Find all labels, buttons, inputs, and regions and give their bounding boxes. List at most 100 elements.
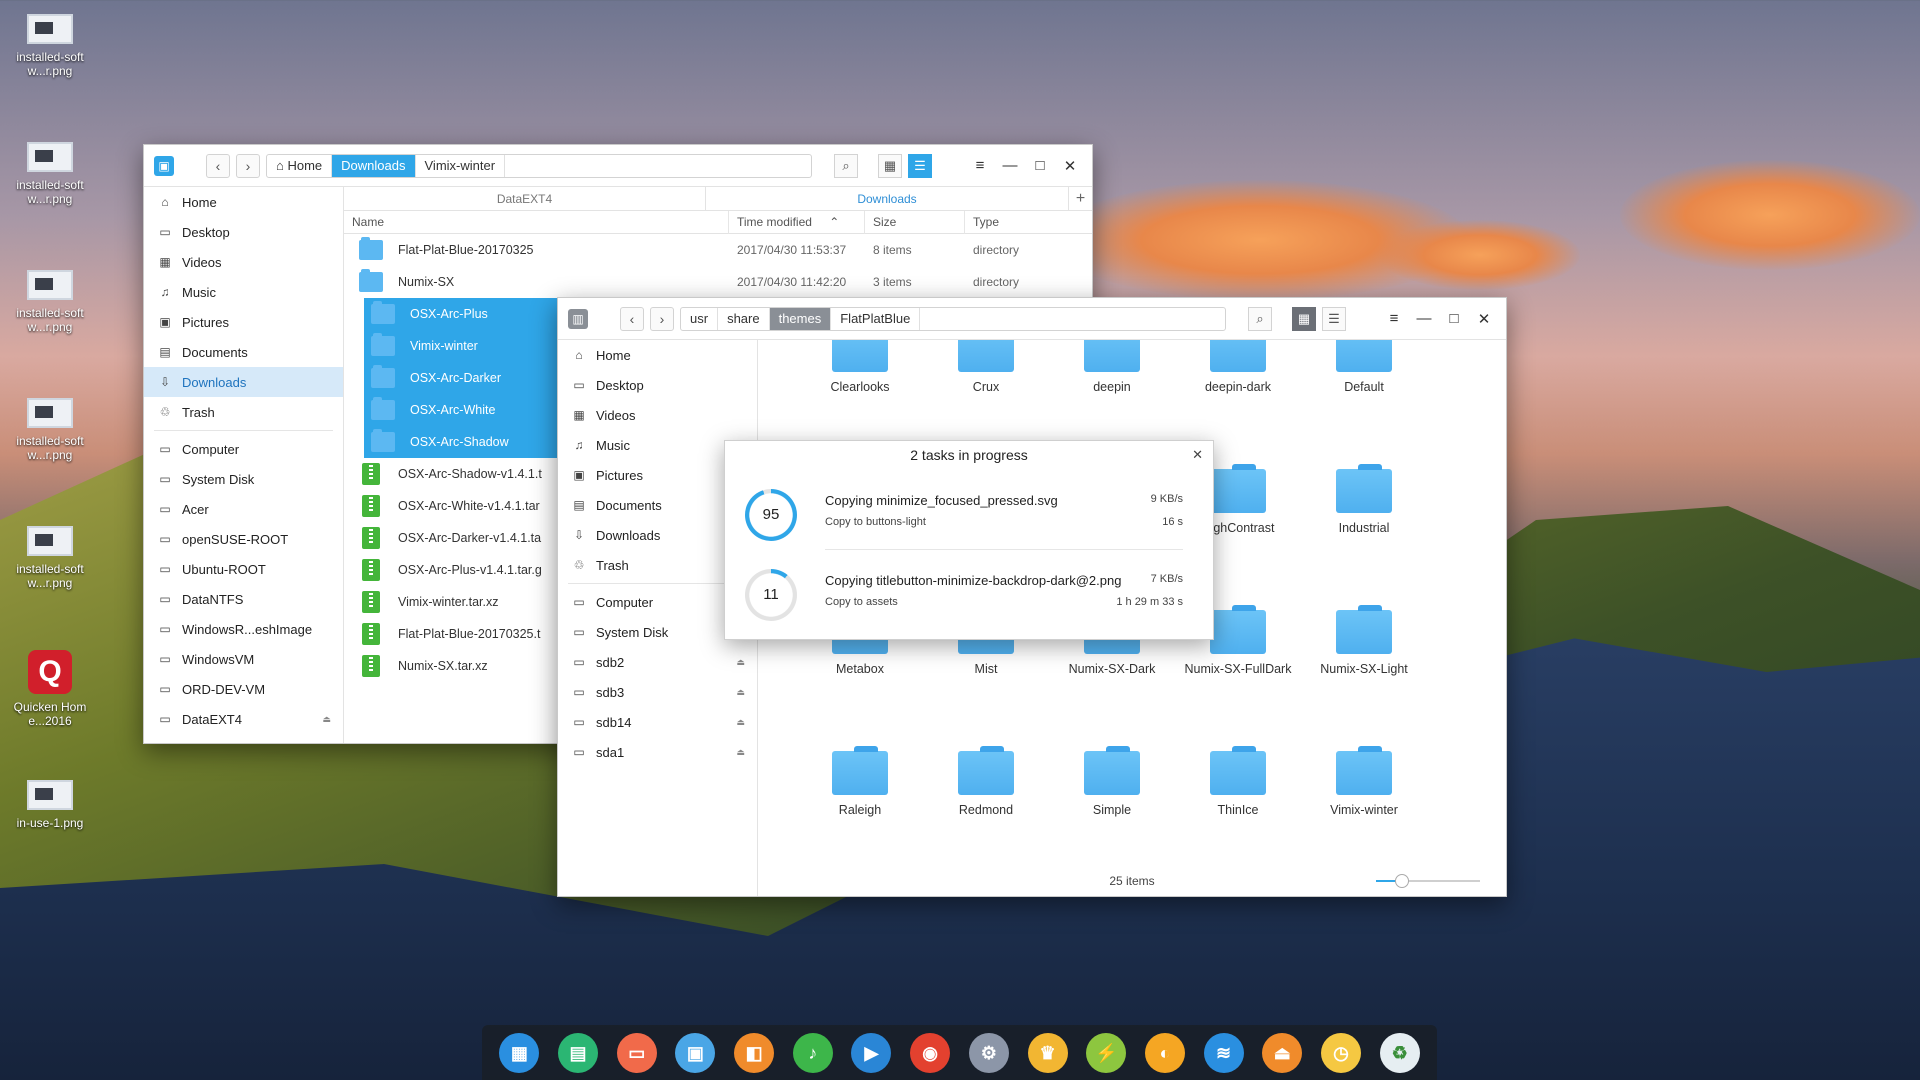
sidebar-item-videos[interactable]: ▦ Videos (558, 400, 757, 430)
forward-button[interactable]: › (650, 306, 674, 331)
sidebar-item-music[interactable]: ♫ Music (144, 277, 343, 307)
sidebar-item-sda1[interactable]: ▭ sda1 ⏏ (558, 737, 757, 767)
sidebar-item-acer[interactable]: ▭ Acer (144, 494, 343, 524)
table-row[interactable]: OSX-Arc-Darker (364, 362, 574, 394)
list-view-button[interactable]: ☰ (1322, 306, 1346, 331)
menu-button[interactable]: ≡ (968, 154, 992, 178)
minimize-button[interactable]: — (998, 154, 1022, 178)
chrome-icon[interactable]: ◉ (910, 1033, 951, 1073)
folder-item[interactable]: Industrial (1309, 464, 1419, 535)
desktop-icon[interactable]: in-use-1.png (8, 780, 92, 830)
sidebar-item-system-disk[interactable]: ▭ System Disk (144, 464, 343, 494)
path-bar-empty[interactable] (505, 155, 811, 177)
sidebar-item-ubuntu-root[interactable]: ▭ Ubuntu-ROOT (144, 554, 343, 584)
table-row[interactable]: Vimix-winter (364, 330, 574, 362)
breadcrumb-themes[interactable]: themes (769, 307, 832, 330)
sidebar-item-ord-dev-vm[interactable]: ▭ ORD-DEV-VM (144, 674, 343, 704)
folder-item[interactable]: deepin (1057, 340, 1167, 394)
maximize-button[interactable]: □ (1028, 154, 1052, 178)
path-bar-empty[interactable] (920, 308, 1225, 330)
folder-item[interactable]: Redmond (931, 746, 1041, 817)
spreadsheet-icon[interactable]: ▤ (558, 1033, 599, 1073)
file-manager-icon[interactable]: ▣ (675, 1033, 716, 1073)
close-button[interactable]: ✕ (1472, 307, 1496, 331)
desktop-icon[interactable]: installed-softw...r.png (8, 142, 92, 206)
tab-dataext4[interactable]: DataEXT4 (344, 187, 706, 210)
table-row[interactable]: OSX-Arc-Plus (364, 298, 574, 330)
column-type[interactable]: Type (965, 211, 1085, 234)
music-icon[interactable]: ♪ (792, 1033, 833, 1073)
folder-item[interactable]: Clearlooks (805, 340, 915, 394)
sidebar-item-downloads[interactable]: ⇩ Downloads (144, 367, 343, 397)
folder-item[interactable]: ThinIce (1183, 746, 1293, 817)
table-row[interactable]: Numix-SX 2017/04/30 11:42:20 3 items direct… (344, 266, 1092, 298)
table-row[interactable]: OSX-Arc-Shadow (364, 426, 574, 458)
store-icon[interactable]: ◧ (734, 1033, 775, 1073)
maximize-button[interactable]: □ (1442, 307, 1466, 331)
sidebar-item-sdb3[interactable]: ▭ sdb3 ⏏ (558, 677, 757, 707)
folder-item[interactable]: Numix-SX-Light (1309, 605, 1419, 676)
close-button[interactable]: ✕ (1058, 154, 1082, 178)
minimize-button[interactable]: — (1412, 307, 1436, 331)
folder-item[interactable]: deepin-dark (1183, 340, 1293, 394)
eject-icon[interactable]: ⏏ (1262, 1033, 1303, 1073)
eject-icon[interactable]: ⏏ (736, 657, 745, 668)
clock-icon[interactable]: ◷ (1320, 1033, 1361, 1073)
folder-item[interactable]: Raleigh (805, 746, 915, 817)
icon-view-button[interactable]: ▦ (878, 153, 902, 178)
breadcrumb-flatplatblue[interactable]: FlatPlatBlue (831, 307, 921, 330)
menu-button[interactable]: ≡ (1382, 307, 1406, 331)
presentation-icon[interactable]: ▭ (616, 1033, 657, 1073)
search-button[interactable]: ⌕ (1248, 306, 1272, 331)
breadcrumb-home[interactable]: ⌂ Home (267, 154, 333, 177)
folder-item[interactable]: Simple (1057, 746, 1167, 817)
sidebar-item-videos[interactable]: ▦ Videos (144, 247, 343, 277)
sidebar-item-home[interactable]: ⌂ Home (558, 340, 757, 370)
zoom-slider-handle[interactable] (1395, 874, 1409, 888)
table-row[interactable]: OSX-Arc-White (364, 394, 574, 426)
back-button[interactable]: ‹ (206, 153, 230, 178)
sidebar-item-datantfs[interactable]: ▭ DataNTFS (144, 584, 343, 614)
list-view-button[interactable]: ☰ (908, 153, 932, 178)
dialog-close-button[interactable]: ✕ (1192, 447, 1203, 463)
browser-icon[interactable]: ◐ (1144, 1033, 1185, 1073)
add-tab-button[interactable]: + (1068, 187, 1092, 210)
folder-item[interactable]: Vimix-winter (1309, 746, 1419, 817)
desktop-icon[interactable]: installed-softw...r.png (8, 526, 92, 590)
breadcrumb-vimix-winter[interactable]: Vimix-winter (416, 154, 506, 177)
task-progress-dialog[interactable]: 2 tasks in progress ✕ 95 Copying minimize… (724, 440, 1214, 640)
column-name[interactable]: Name (344, 211, 729, 234)
breadcrumb-share[interactable]: share (718, 307, 770, 330)
folder-item[interactable]: Crux (931, 340, 1041, 394)
eject-icon[interactable]: ⏏ (322, 714, 331, 725)
sidebar-item-opensuse-root[interactable]: ▭ openSUSE-ROOT (144, 524, 343, 554)
icon-view-button[interactable]: ▦ (1292, 306, 1316, 331)
column-size[interactable]: Size (865, 211, 965, 234)
game-icon[interactable]: ♛ (1027, 1033, 1068, 1073)
power-icon[interactable]: ⚡ (1086, 1033, 1127, 1073)
sidebar-item-opensuse-home[interactable]: ▭openSUSE-HOME⏏ (144, 734, 343, 744)
sidebar-item-desktop[interactable]: ▭ Desktop (558, 370, 757, 400)
eject-icon[interactable]: ⏏ (736, 747, 745, 758)
back-button[interactable]: ‹ (620, 306, 644, 331)
trash-icon[interactable]: ♻ (1379, 1033, 1420, 1073)
breadcrumb-downloads[interactable]: Downloads (332, 154, 416, 177)
sidebar-item-computer[interactable]: ▭ Computer (144, 434, 343, 464)
sidebar-item-pictures[interactable]: ▣ Pictures (144, 307, 343, 337)
eject-icon[interactable]: ⏏ (736, 687, 745, 698)
desktop-icon[interactable]: Q Quicken Home...2016 (8, 650, 92, 728)
settings-icon[interactable]: ⚙ (968, 1033, 1009, 1073)
folder-item[interactable]: Default (1309, 340, 1419, 394)
video-icon[interactable]: ▶ (851, 1033, 892, 1073)
sidebar-item-home[interactable]: ⌂ Home (144, 187, 343, 217)
search-button[interactable]: ⌕ (834, 153, 858, 178)
tab-downloads[interactable]: Downloads (706, 187, 1068, 210)
sidebar-item-dataext4[interactable]: ▭ DataEXT4 ⏏ (144, 704, 343, 734)
sidebar-item-documents[interactable]: ▤ Documents (144, 337, 343, 367)
sidebar-item-sdb14[interactable]: ▭ sdb14 ⏏ (558, 707, 757, 737)
sidebar-item-windowsvm[interactable]: ▭ WindowsVM (144, 644, 343, 674)
forward-button[interactable]: › (236, 153, 260, 178)
desktop-icon[interactable]: installed-softw...r.png (8, 398, 92, 462)
sidebar-item-sdb2[interactable]: ▭ sdb2 ⏏ (558, 647, 757, 677)
sidebar-item-trash[interactable]: ♲ Trash (144, 397, 343, 427)
